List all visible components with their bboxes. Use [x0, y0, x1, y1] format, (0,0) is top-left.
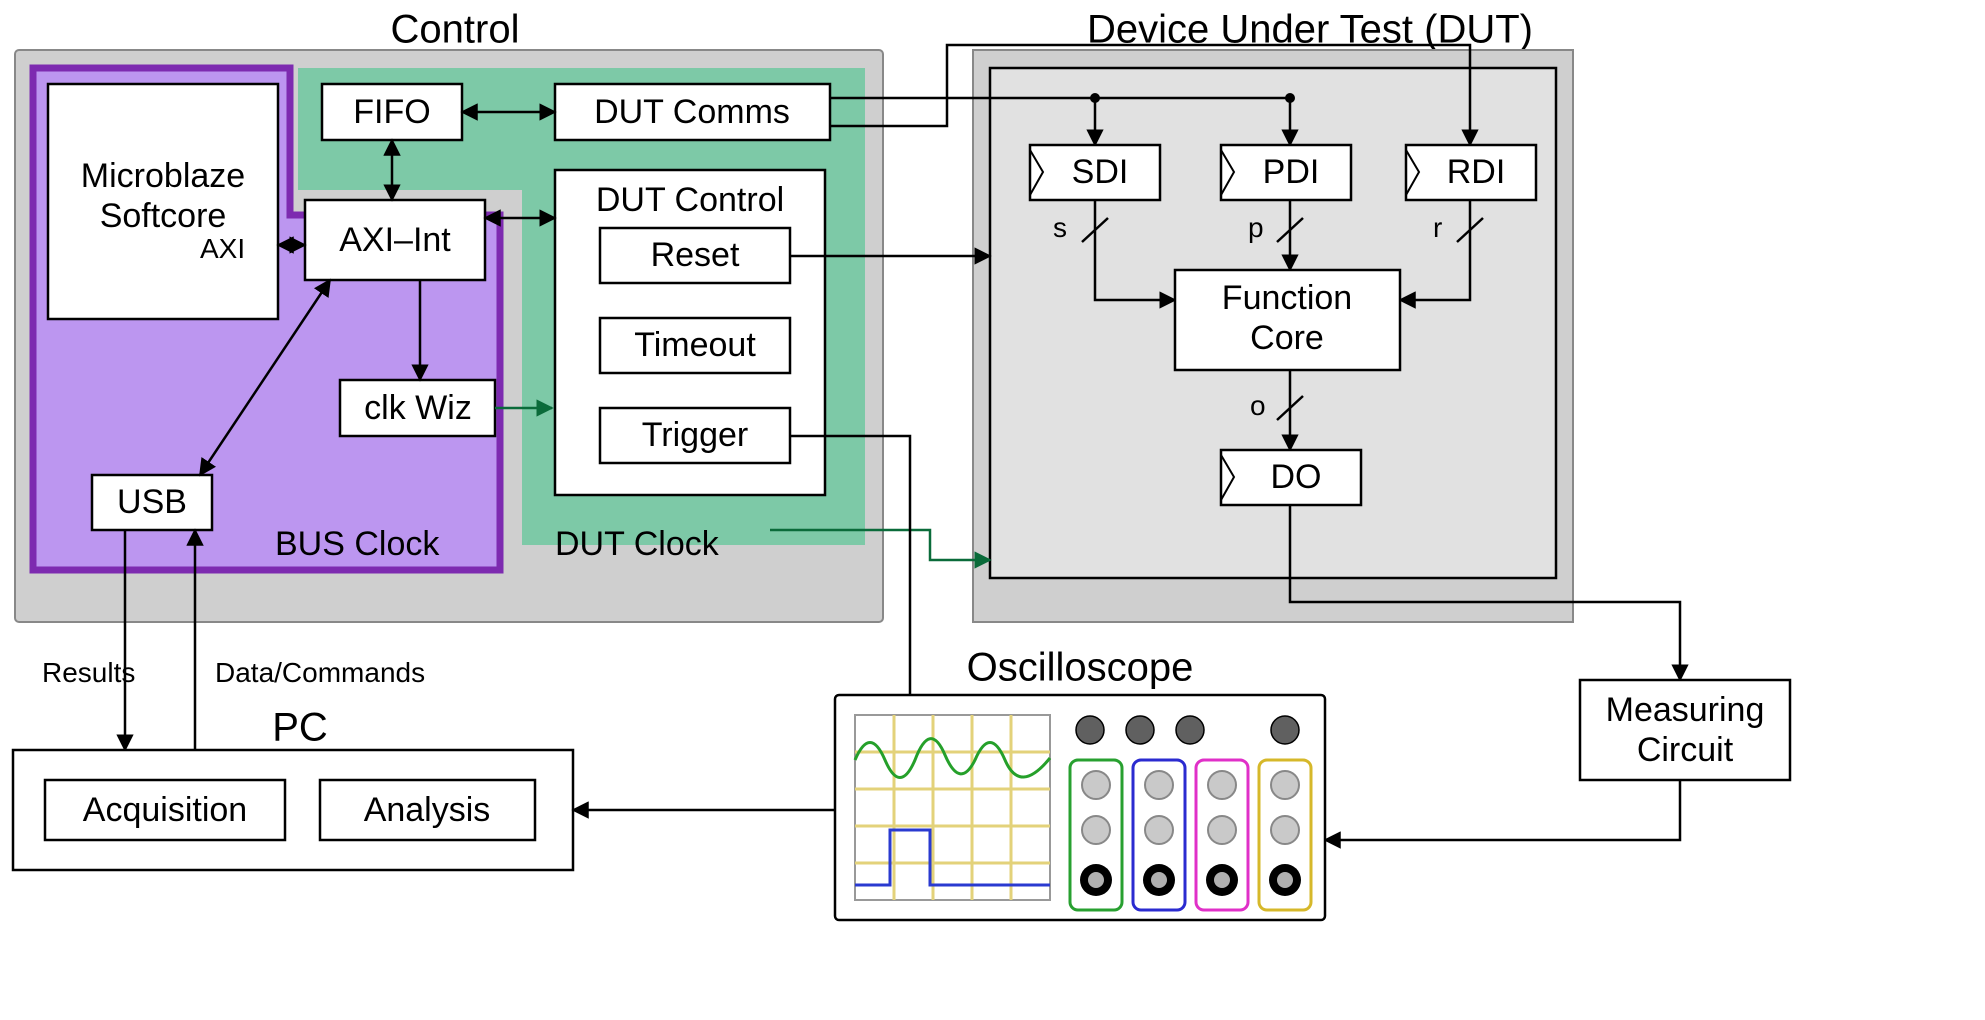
- measuring-scope-arrow: [1325, 780, 1680, 840]
- microblaze-block: Microblaze Softcore AXI: [48, 84, 278, 319]
- dut-clock-label: DUT Clock: [555, 525, 720, 563]
- svg-text:Timeout: Timeout: [634, 326, 756, 364]
- signal-o: o: [1250, 390, 1266, 421]
- svg-text:Microblaze: Microblaze: [81, 157, 245, 195]
- svg-text:Analysis: Analysis: [364, 791, 491, 829]
- analysis-block: Analysis: [320, 780, 535, 840]
- svg-text:AXI: AXI: [200, 233, 245, 264]
- function-core-block: Function Core: [1175, 270, 1400, 370]
- svg-text:DUT Comms: DUT Comms: [594, 93, 790, 131]
- signal-r: r: [1433, 212, 1442, 243]
- do-block: DO: [1221, 450, 1361, 505]
- oscilloscope-title: Oscilloscope: [967, 646, 1194, 690]
- axi-int-block: AXI–Int: [305, 200, 485, 280]
- usb-block: USB: [92, 475, 212, 530]
- signal-p: p: [1248, 212, 1264, 243]
- rdi-block: RDI: [1406, 145, 1536, 200]
- dut-control-block: DUT Control Reset Timeout Trigger: [555, 170, 825, 495]
- svg-text:Function: Function: [1222, 279, 1352, 317]
- measuring-circuit-block: Measuring Circuit: [1580, 680, 1790, 780]
- svg-text:Circuit: Circuit: [1637, 731, 1734, 769]
- bus-clock-label: BUS Clock: [275, 525, 440, 563]
- signal-s: s: [1053, 212, 1067, 243]
- svg-text:FIFO: FIFO: [353, 93, 430, 131]
- oscilloscope-block: [835, 695, 1325, 920]
- svg-text:Core: Core: [1250, 319, 1324, 357]
- svg-text:Trigger: Trigger: [642, 416, 748, 454]
- svg-text:USB: USB: [117, 483, 187, 521]
- sdi-block: SDI: [1030, 145, 1160, 200]
- scope-port-4: [1259, 760, 1311, 910]
- svg-text:RDI: RDI: [1447, 153, 1506, 191]
- clk-wiz-block: clk Wiz: [340, 380, 495, 436]
- svg-text:DUT Control: DUT Control: [596, 181, 784, 219]
- scope-port-3: [1196, 760, 1248, 910]
- pdi-block: PDI: [1221, 145, 1351, 200]
- svg-text:Acquisition: Acquisition: [83, 791, 247, 829]
- control-title: Control: [391, 8, 520, 52]
- svg-text:PDI: PDI: [1263, 153, 1320, 191]
- svg-text:SDI: SDI: [1072, 153, 1129, 191]
- pc-title: PC: [272, 706, 328, 750]
- scope-port-2: [1133, 760, 1185, 910]
- fifo-block: FIFO: [322, 84, 462, 140]
- acquisition-block: Acquisition: [45, 780, 285, 840]
- svg-text:AXI–Int: AXI–Int: [339, 221, 451, 259]
- data-commands-label: Data/Commands: [215, 657, 425, 688]
- svg-text:Measuring: Measuring: [1606, 691, 1765, 729]
- results-label: Results: [42, 657, 135, 688]
- svg-text:clk Wiz: clk Wiz: [364, 389, 472, 427]
- dut-comms-block: DUT Comms: [555, 84, 830, 140]
- scope-port-1: [1070, 760, 1122, 910]
- svg-text:Softcore: Softcore: [100, 197, 227, 235]
- svg-text:Reset: Reset: [651, 236, 740, 274]
- svg-text:DO: DO: [1271, 458, 1322, 496]
